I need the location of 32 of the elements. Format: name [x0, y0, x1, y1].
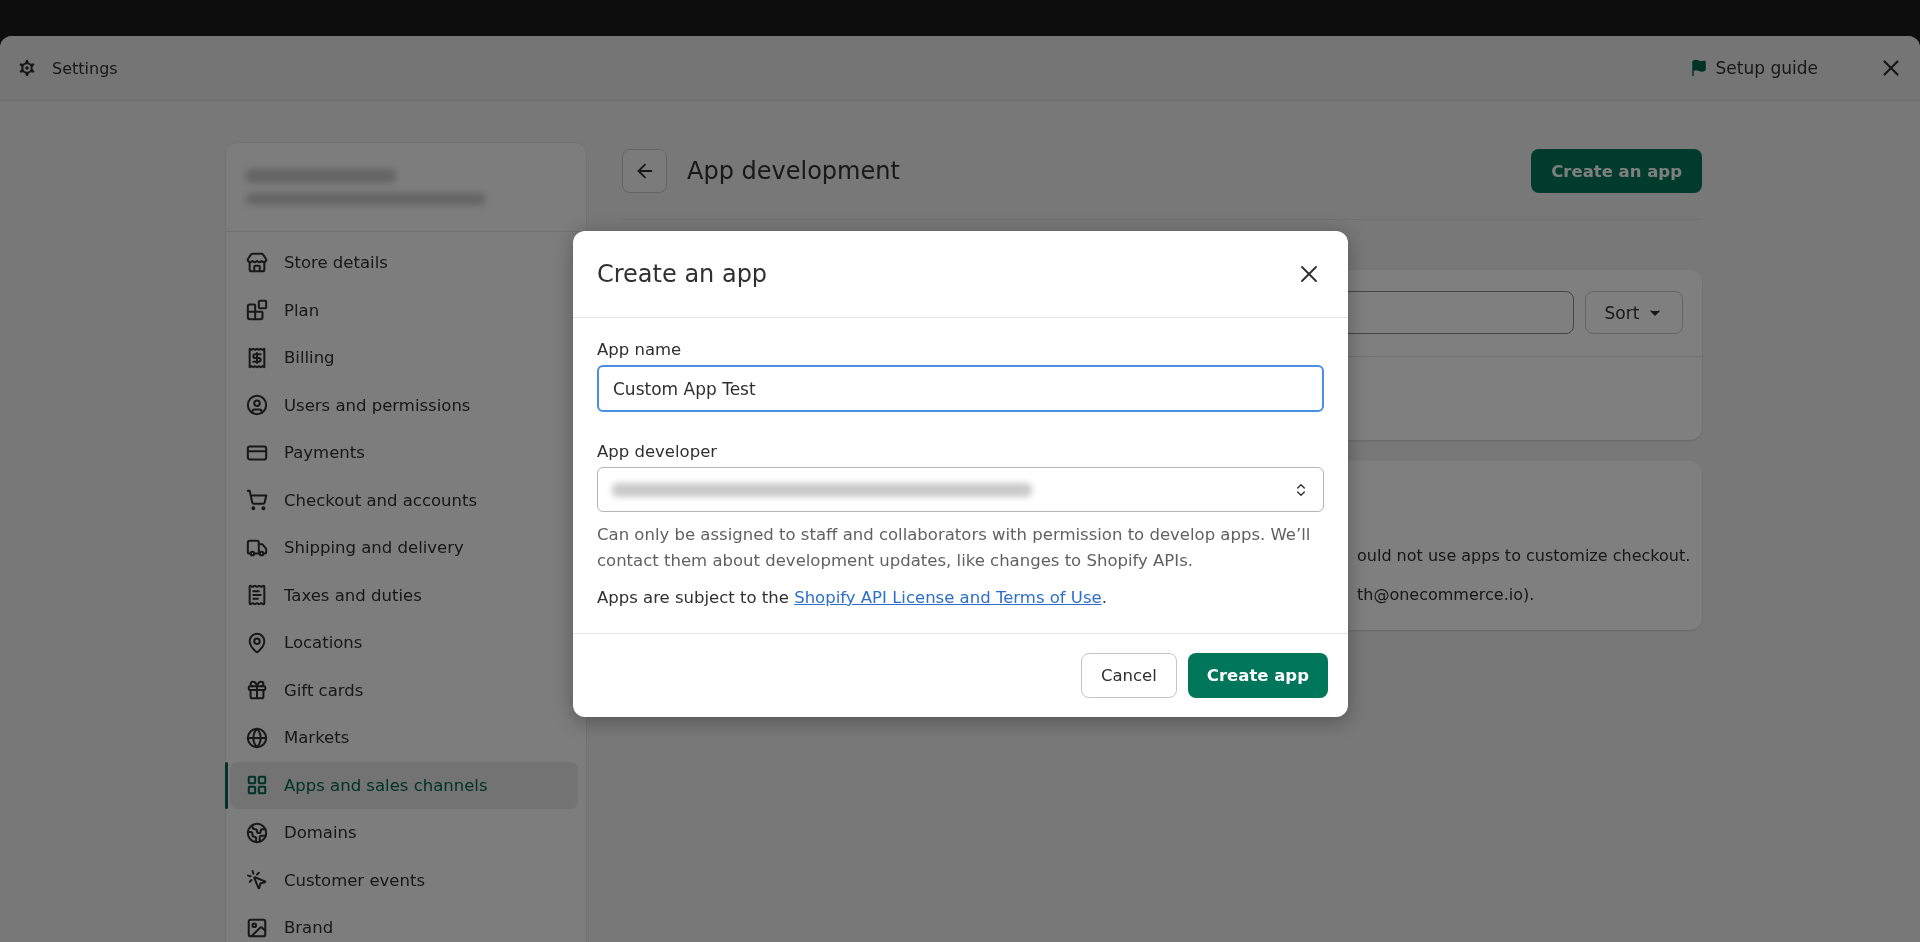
setup-guide-button[interactable]: Setup guide	[1683, 57, 1824, 79]
field-label: App developer	[597, 442, 719, 461]
blocks-icon	[246, 299, 268, 322]
gift-icon	[246, 679, 268, 702]
store-icon	[246, 251, 268, 274]
terms-text: Apps are subject to the Shopify API License and Terms of Use.	[597, 588, 1108, 607]
notice-text: th@onecommerce.io).	[1357, 585, 1536, 604]
page-title: App development	[687, 157, 901, 185]
create-app-button[interactable]: Create an app	[1531, 149, 1702, 193]
help-text: Can only be assigned to staff and collaborators with permission to develop apps. We’ll contact them about development updates, like changes to Shopify APIs.	[597, 524, 1312, 572]
globe-icon	[246, 821, 268, 844]
user-icon	[246, 394, 268, 417]
image-icon	[246, 916, 268, 939]
app-name-field[interactable]: Custom App Test	[597, 365, 1324, 412]
notice-text: ould not use apps to customize checkout.	[1357, 546, 1692, 565]
receipt-icon	[246, 584, 268, 607]
sort-button[interactable]: Sort	[1585, 291, 1683, 334]
field-label: App name	[597, 340, 683, 359]
cart-icon	[246, 489, 268, 512]
window-title: Settings	[52, 58, 119, 78]
pointer-icon	[246, 869, 268, 892]
globe-icon	[246, 726, 268, 749]
back-button[interactable]	[622, 149, 667, 193]
dialog-title: Create an app	[597, 260, 768, 288]
grid-icon	[246, 774, 268, 797]
create-button[interactable]: Create app	[1187, 653, 1328, 698]
settings-icon	[16, 57, 38, 79]
cancel-button[interactable]: Cancel	[1080, 653, 1177, 698]
flag-icon	[1689, 59, 1708, 77]
receipt-icon	[246, 346, 268, 369]
terms-link[interactable]: Shopify API License and Terms of Use	[794, 588, 1102, 607]
map-pin-icon	[246, 631, 268, 654]
